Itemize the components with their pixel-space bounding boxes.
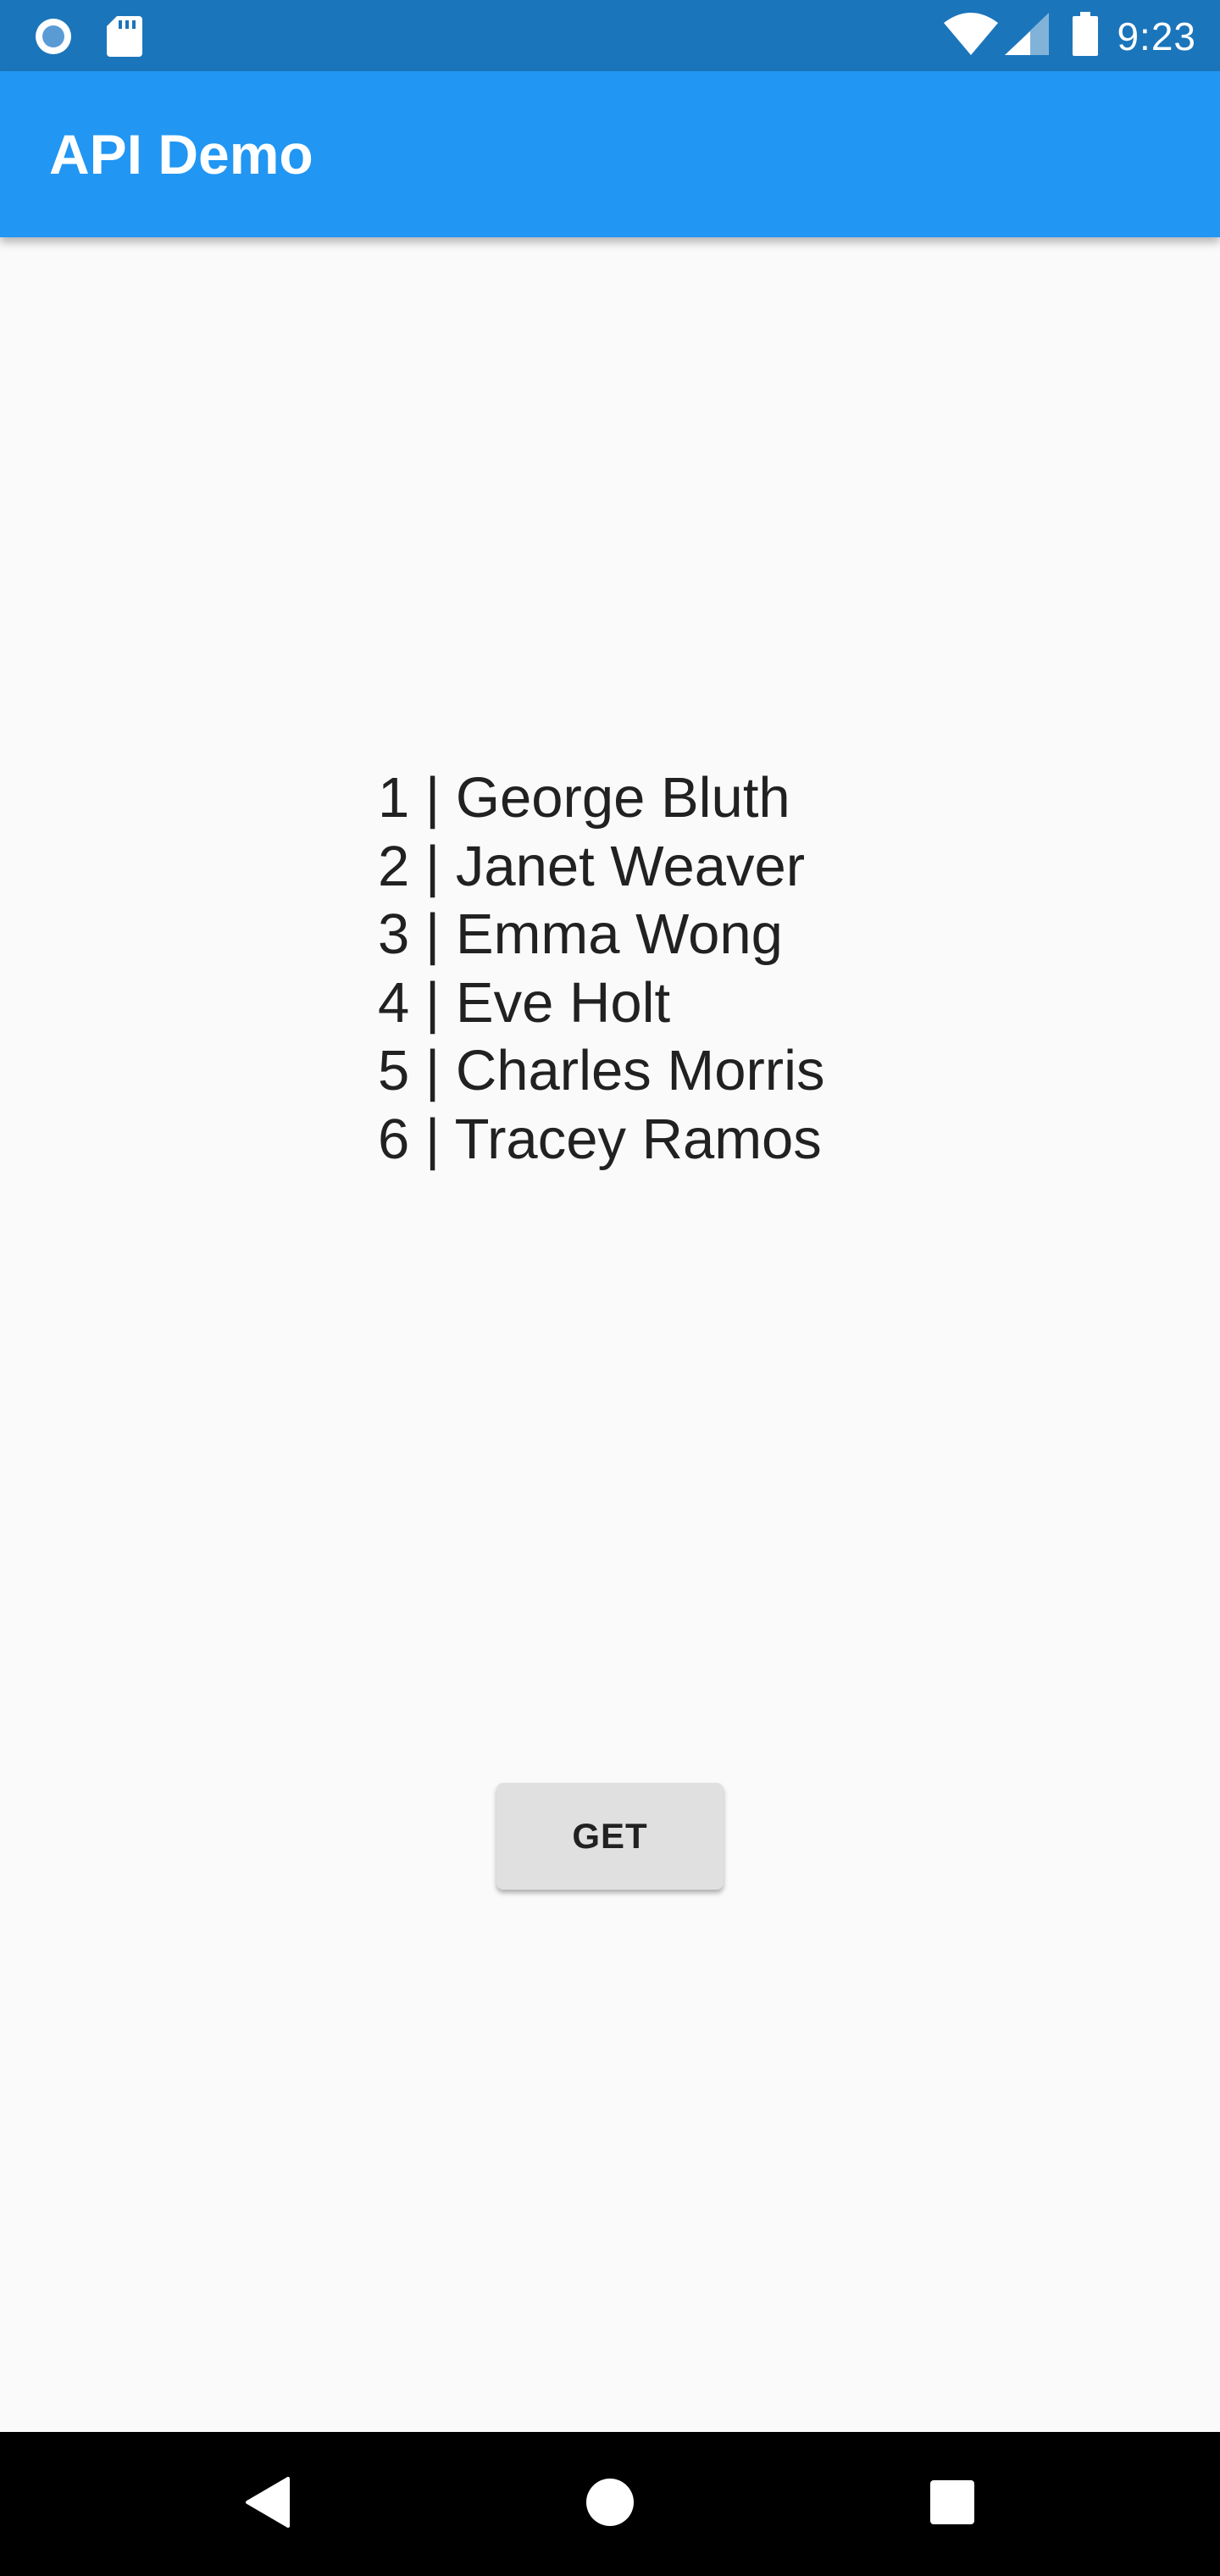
list-item: 2 | Janet Weaver xyxy=(378,834,806,898)
app-title: API Demo xyxy=(49,123,313,186)
main-content: 1 | George Bluth 2 | Janet Weaver 3 | Em… xyxy=(0,237,1220,2432)
status-right-icons: 9:23 xyxy=(944,12,1196,60)
user-list: 1 | George Bluth 2 | Janet Weaver 3 | Em… xyxy=(378,764,824,1174)
home-icon xyxy=(585,2478,635,2531)
list-item: 1 | George Bluth xyxy=(378,766,790,830)
cell-signal-icon xyxy=(1005,13,1050,59)
status-clock: 9:23 xyxy=(1117,14,1196,58)
notification-circle-icon xyxy=(32,15,75,62)
back-icon xyxy=(244,2476,291,2532)
status-bar: 9:23 xyxy=(0,0,1220,71)
list-item: 6 | Tracey Ramos xyxy=(378,1107,822,1171)
recents-icon xyxy=(929,2479,975,2529)
home-button[interactable] xyxy=(551,2432,669,2576)
back-button[interactable] xyxy=(208,2432,327,2576)
list-item: 5 | Charles Morris xyxy=(378,1039,825,1103)
status-left-icons xyxy=(32,15,142,62)
get-button[interactable]: GET xyxy=(496,1783,724,1890)
nav-bar xyxy=(0,2432,1220,2576)
list-item: 4 | Eve Holt xyxy=(378,970,671,1035)
list-item: 3 | Emma Wong xyxy=(378,902,783,967)
app-bar: API Demo xyxy=(0,71,1220,237)
recents-button[interactable] xyxy=(893,2432,1012,2576)
sd-card-icon xyxy=(107,16,142,61)
wifi-icon xyxy=(944,13,999,59)
battery-icon xyxy=(1073,12,1099,60)
